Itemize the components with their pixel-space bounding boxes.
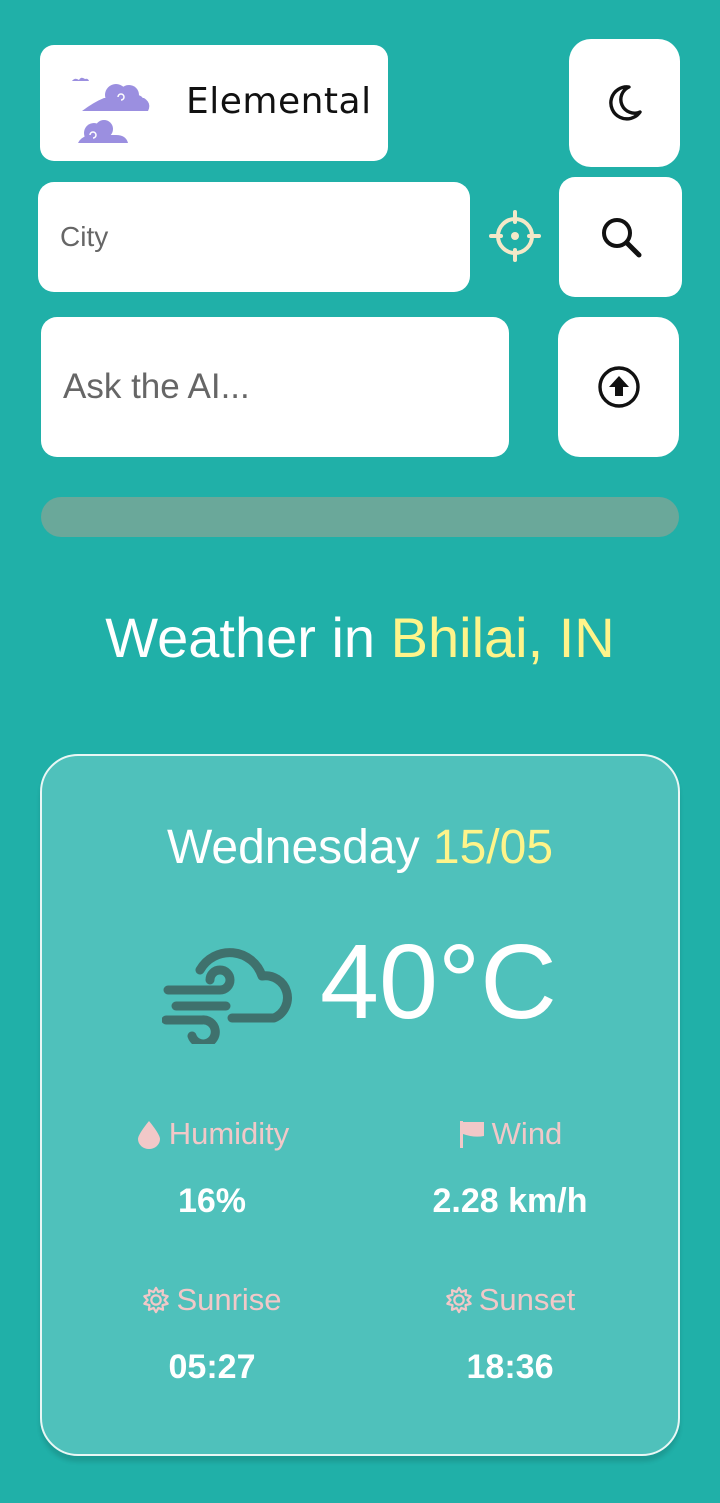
- city-input[interactable]: [38, 182, 470, 292]
- temperature: 40°C: [320, 923, 557, 1041]
- heading-prefix: Weather in: [105, 606, 376, 669]
- sunset-value: 18:36: [466, 1348, 554, 1386]
- location-heading: Weather in Bhilai, IN: [0, 605, 720, 670]
- humidity-stat: Humidity 16%: [62, 1116, 362, 1221]
- theme-toggle-button[interactable]: [569, 39, 680, 167]
- gear-icon: [445, 1286, 472, 1314]
- weather-card: Wednesday 15/05 40°C Humidity 16% Wind 2: [40, 754, 680, 1456]
- ai-prompt-input[interactable]: [41, 317, 509, 457]
- wind-label: Wind: [491, 1116, 563, 1151]
- humidity-value: 16%: [177, 1182, 247, 1220]
- search-icon: [601, 218, 641, 258]
- date-line: Wednesday 15/05: [42, 820, 678, 875]
- moon-icon: [608, 85, 642, 121]
- sunrise-value: 05:27: [168, 1348, 256, 1386]
- sunset-stat: Sunset 18:36: [360, 1282, 660, 1387]
- humidity-label: Humidity: [168, 1116, 290, 1151]
- wind-stat: Wind 2.28 km/h: [360, 1116, 660, 1221]
- search-button[interactable]: [559, 177, 682, 297]
- flag-icon: [459, 1121, 484, 1148]
- wind-value: 2.28 km/h: [432, 1182, 588, 1220]
- app-title: Elemental: [186, 81, 372, 122]
- location-name: Bhilai, IN: [390, 606, 615, 669]
- gear-icon: [143, 1286, 170, 1314]
- crosshair-location-icon[interactable]: [489, 210, 541, 262]
- droplet-icon: [137, 1121, 160, 1149]
- wind-cloud-icon: [162, 948, 292, 1044]
- arrow-up-circle-icon: [597, 366, 640, 408]
- sunrise-stat: Sunrise 05:27: [62, 1282, 362, 1387]
- app-logo-card: Elemental: [40, 45, 388, 161]
- date-value: 15/05: [432, 821, 554, 874]
- loading-progress-bar: [41, 497, 679, 537]
- sunset-label: Sunset: [478, 1282, 576, 1317]
- day-name: Wednesday: [166, 821, 420, 874]
- send-ai-button[interactable]: [558, 317, 679, 457]
- sunrise-label: Sunrise: [176, 1282, 282, 1317]
- cloud-logo-icon: [72, 77, 150, 143]
